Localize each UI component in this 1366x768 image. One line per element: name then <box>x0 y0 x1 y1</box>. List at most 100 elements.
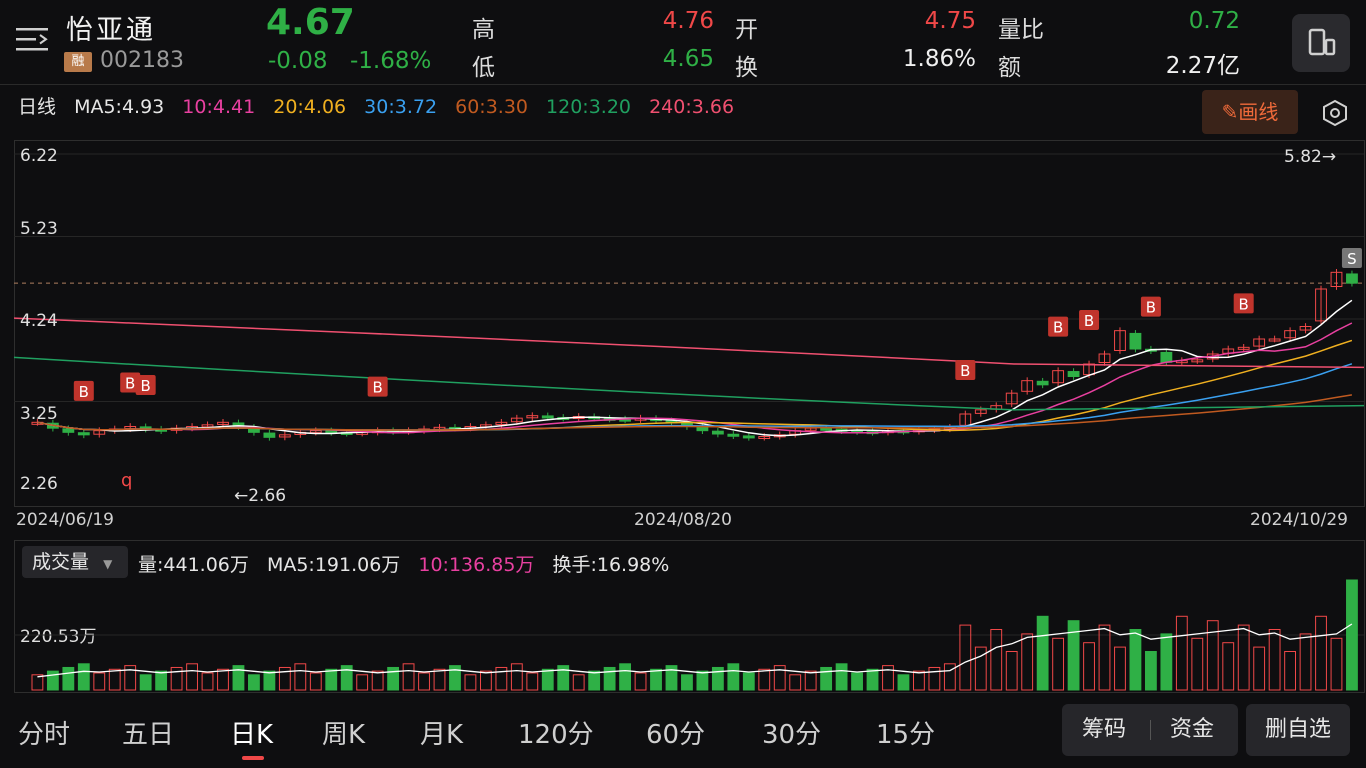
volume-bar <box>108 668 121 691</box>
kline-chart[interactable]: B B B BBB BB BS <box>14 140 1366 508</box>
active-tab-underline <box>242 756 264 760</box>
date-end: 2024/10/29 <box>1250 510 1348 530</box>
low-label: 低 <box>472 55 495 81</box>
volume-chart[interactable] <box>14 540 1366 694</box>
volume-bar <box>804 670 817 691</box>
volume-bar <box>186 663 198 691</box>
ma20-value: 20:4.06 <box>273 96 347 118</box>
volume-bar <box>1005 651 1018 691</box>
volume-bar <box>866 668 879 691</box>
volume-bar <box>758 668 771 691</box>
candle <box>1067 371 1080 378</box>
tab-8[interactable]: 15分 <box>876 714 935 751</box>
tab-5[interactable]: 120分 <box>518 714 594 751</box>
volume-bar <box>1129 629 1142 691</box>
volume-bar <box>1175 615 1188 691</box>
volume-bar <box>433 668 446 691</box>
volume-bar <box>1160 633 1173 691</box>
candle <box>1036 380 1049 386</box>
settings-icon[interactable] <box>1320 98 1350 128</box>
volume-bar <box>1299 633 1312 691</box>
remove-watchlist-button[interactable]: 删自选 <box>1246 704 1350 756</box>
volume-bar <box>402 663 415 691</box>
volume-bar <box>418 672 430 691</box>
vol-ratio-value: 0.72 <box>1188 8 1240 34</box>
menu-icon[interactable] <box>16 26 48 54</box>
candle <box>62 428 75 433</box>
ma5-value: MA5:4.93 <box>74 96 165 118</box>
tab-6[interactable]: 60分 <box>646 714 705 751</box>
tab-0[interactable]: 分时 <box>18 714 70 751</box>
volume-bar <box>619 663 632 691</box>
volume-bar <box>62 666 75 691</box>
volume-bar <box>93 672 106 691</box>
volume-bar <box>1315 615 1327 691</box>
vol-ratio-label: 量比 <box>998 17 1044 43</box>
ma60-value: 60:3.30 <box>455 96 528 118</box>
volume-bar <box>1052 637 1065 691</box>
date-start: 2024/06/19 <box>16 510 114 530</box>
volume-bar <box>913 670 925 691</box>
volume-bar <box>789 674 802 691</box>
margin-badge: 融 <box>64 52 92 72</box>
pencil-icon: ✎ <box>1221 100 1239 124</box>
volume-bar <box>217 668 229 691</box>
device-switch-button[interactable] <box>1292 14 1350 72</box>
max-price-label: 5.82→ <box>1284 147 1337 167</box>
tab-2[interactable]: 日K <box>230 714 273 751</box>
buy-signal-label: B <box>1053 319 1063 337</box>
current-price: 4.67 <box>266 2 355 43</box>
candle <box>541 415 554 419</box>
buy-signal-label: B <box>79 383 89 401</box>
low-value: 4.65 <box>662 46 714 72</box>
volume-bar <box>1253 646 1266 691</box>
tab-4[interactable]: 月K <box>420 714 463 751</box>
volume-bar <box>650 668 662 691</box>
ma5-line <box>37 299 1353 437</box>
high-label: 高 <box>472 17 495 43</box>
volume-bar <box>897 674 910 691</box>
ma120-value: 120:3.20 <box>546 96 632 118</box>
y-tick-2: 5.23 <box>20 219 58 239</box>
volume-bar <box>139 674 152 691</box>
ma-legend: 日线 MA5:4.93 10:4.41 20:4.06 30:3.72 60:3… <box>18 92 746 119</box>
ma10-value: 10:4.41 <box>182 96 256 118</box>
chips-funds-group: 筹码 资金 <box>1062 704 1238 756</box>
open-label: 开 <box>735 17 758 43</box>
chips-button[interactable]: 筹码 <box>1082 704 1126 756</box>
y-tick-5: 2.26 <box>20 474 58 494</box>
turnover-label: 换 <box>735 55 758 81</box>
volume-bar <box>742 672 755 691</box>
amount-label: 额 <box>998 55 1021 81</box>
ma240-value: 240:3.66 <box>649 96 735 118</box>
volume-bar <box>77 663 90 691</box>
sell-signal-label: S <box>1347 250 1357 268</box>
buy-signal-label: B <box>1146 299 1156 317</box>
volume-bar <box>479 670 492 691</box>
tab-7[interactable]: 30分 <box>762 714 821 751</box>
funds-button[interactable]: 资金 <box>1170 704 1214 756</box>
header-divider <box>0 84 1366 85</box>
volume-bar <box>248 674 260 691</box>
stock-name: 怡亚通 <box>66 15 156 46</box>
volume-bar <box>1191 637 1204 691</box>
volume-bar <box>263 670 276 691</box>
candle <box>1346 273 1358 284</box>
draw-line-button[interactable]: ✎画线 <box>1202 90 1298 134</box>
volume-bar <box>526 672 539 691</box>
volume-bar <box>309 672 322 691</box>
volume-bar <box>1036 615 1049 691</box>
volume-bar <box>572 674 585 691</box>
buy-signal-label: B <box>141 377 151 395</box>
tab-1[interactable]: 五日 <box>122 714 174 751</box>
volume-bar <box>325 668 338 691</box>
date-mid: 2024/08/20 <box>634 510 732 530</box>
q-marker: q <box>121 470 133 491</box>
buy-signal-label: B <box>1084 312 1094 330</box>
volume-bar <box>1144 651 1157 691</box>
volume-bar <box>835 663 848 691</box>
candle <box>711 430 724 435</box>
tab-3[interactable]: 周K <box>322 714 365 751</box>
ma30-value: 30:3.72 <box>364 96 438 118</box>
volume-bar <box>1114 646 1126 691</box>
